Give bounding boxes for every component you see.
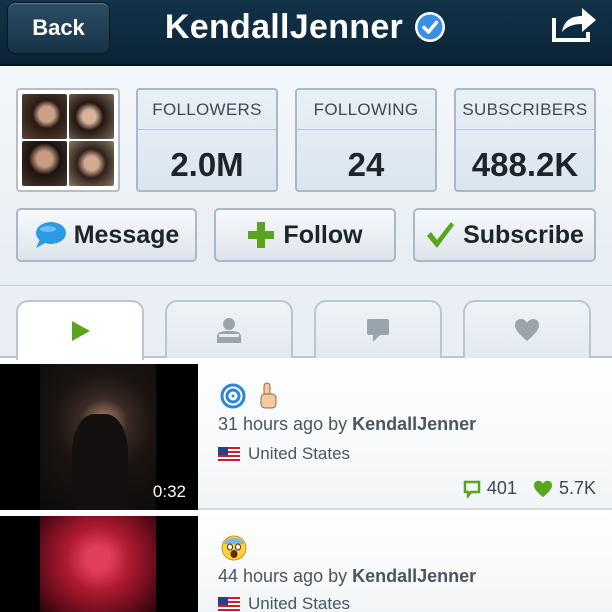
checkmark-icon: [427, 222, 455, 248]
comment-count: 401: [486, 478, 517, 498]
tab-videos[interactable]: [16, 300, 144, 360]
follow-button[interactable]: Follow: [214, 208, 396, 262]
subscribe-button[interactable]: Subscribe: [413, 208, 596, 262]
heart-icon: [515, 319, 539, 341]
like-count: 5.7K: [558, 478, 596, 498]
title-wrap: KendallJenner: [0, 0, 612, 54]
share-icon[interactable]: [550, 4, 598, 44]
profile-section: FOLLOWERS 2.0M FOLLOWING 24 SUBSCRIBERS …: [0, 66, 612, 286]
post-location: United States: [218, 444, 350, 464]
comment-icon: [367, 319, 389, 342]
top-nav-bar: Back KendallJenner: [0, 0, 612, 66]
message-label: Message: [73, 220, 180, 249]
profile-title: KendallJenner: [164, 7, 404, 46]
subscribers-count: 488.2K: [471, 146, 579, 183]
comment-count-icon[interactable]: [463, 480, 481, 498]
post-author-link[interactable]: KendallJenner: [352, 566, 476, 586]
location-text: United States: [248, 594, 351, 612]
verified-badge-icon: [415, 12, 446, 42]
plus-icon: [248, 222, 275, 248]
pointing-up-emoji-icon: [260, 382, 277, 409]
avatar-photo-3: [22, 141, 67, 186]
screaming-face-emoji-icon: [221, 535, 247, 561]
post-stats: 401 5.7K: [463, 478, 596, 499]
post-location: United States: [218, 594, 350, 612]
followers-count: 2.0M: [170, 146, 244, 183]
tab-comments[interactable]: [314, 300, 442, 358]
tab-bar: [0, 286, 612, 360]
avatar-photo-2: [69, 94, 114, 139]
subscribe-label: Subscribe: [463, 220, 584, 249]
message-button[interactable]: Message: [16, 208, 197, 262]
avatar-photo-4: [69, 141, 114, 186]
followers-label: FOLLOWERS: [138, 100, 276, 130]
location-text: United States: [248, 444, 351, 463]
avatar-photo-1: [22, 94, 67, 139]
post-meta: 44 hours ago by KendallJenner: [218, 566, 476, 587]
video-preview-image: [40, 516, 156, 612]
cyclone-emoji-icon: [220, 383, 246, 409]
figure-silhouette: [72, 414, 128, 510]
post-author-link[interactable]: KendallJenner: [352, 414, 476, 434]
caption-emojis: [220, 534, 248, 562]
play-icon: [72, 321, 90, 341]
us-flag-icon: [218, 447, 240, 461]
subscribers-stat[interactable]: SUBSCRIBERS 488.2K: [454, 88, 596, 192]
tab-profile[interactable]: [165, 300, 293, 358]
like-count-icon[interactable]: [533, 480, 553, 498]
video-thumbnail[interactable]: 0:32: [0, 364, 198, 510]
avatar[interactable]: [16, 88, 120, 192]
followers-stat[interactable]: FOLLOWERS 2.0M: [136, 88, 278, 192]
feed-post[interactable]: 0:32 31 hours ago by KendallJenner Unite…: [0, 358, 612, 510]
speech-bubble-icon: [35, 222, 66, 248]
post-meta: 31 hours ago by KendallJenner: [218, 414, 476, 435]
post-time: 31 hours ago by: [218, 414, 348, 434]
person-icon: [217, 318, 241, 343]
video-thumbnail[interactable]: [0, 516, 198, 612]
video-duration: 0:32: [152, 482, 186, 501]
caption-emojis: [220, 382, 278, 410]
tab-likes[interactable]: [463, 300, 591, 358]
following-label: FOLLOWING: [297, 100, 435, 130]
subscribers-label: SUBSCRIBERS: [456, 100, 594, 130]
following-stat[interactable]: FOLLOWING 24: [295, 88, 437, 192]
following-count: 24: [347, 146, 385, 183]
feed-post[interactable]: 44 hours ago by KendallJenner United Sta…: [0, 512, 612, 612]
follow-label: Follow: [283, 220, 363, 249]
post-time: 44 hours ago by: [218, 566, 348, 586]
post-feed: 0:32 31 hours ago by KendallJenner Unite…: [0, 358, 612, 612]
us-flag-icon: [218, 597, 240, 611]
